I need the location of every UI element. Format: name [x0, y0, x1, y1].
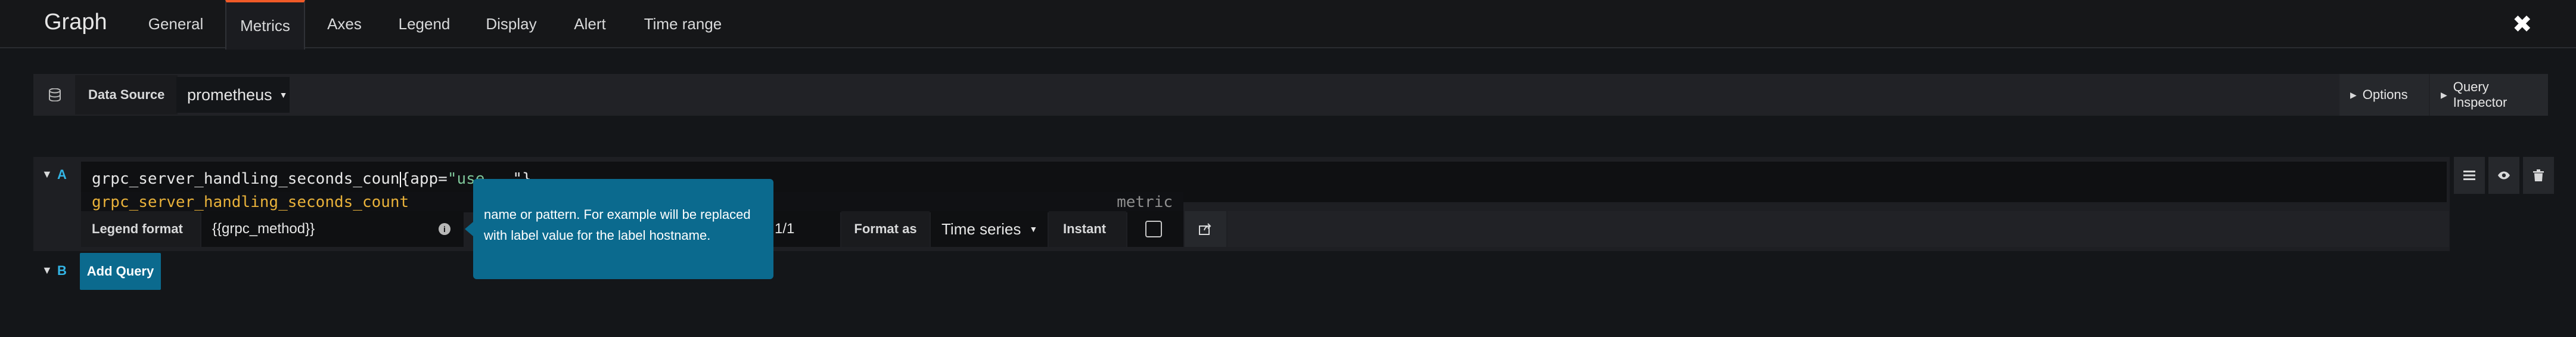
database-icon	[49, 88, 61, 102]
format-as-value: Time series	[941, 219, 1021, 238]
resolution-select[interactable]: 1/1	[770, 211, 840, 247]
panel-editor-header	[0, 0, 2576, 48]
query-letter-b[interactable]: B	[57, 263, 67, 279]
query-expr-prefix: grpc_server_handling_seconds_coun	[92, 170, 400, 188]
panel-title: Graph	[44, 10, 107, 35]
close-icon[interactable]: ✖	[2512, 11, 2533, 38]
tab-alert[interactable]: Alert	[566, 0, 614, 48]
tab-metrics[interactable]: Metrics	[225, 0, 305, 50]
query-options-row-fill	[1228, 211, 2449, 247]
share-query-button[interactable]	[1185, 211, 1226, 247]
caret-right-icon: ▶	[2350, 89, 2357, 100]
query-expr-code: {app=	[400, 170, 448, 188]
chevron-down-icon: ▼	[279, 90, 288, 100]
instant-checkbox[interactable]	[1145, 221, 1162, 237]
autocomplete-kind: metric	[1117, 193, 1173, 211]
tab-axes[interactable]: Axes	[316, 0, 373, 48]
remove-query-button[interactable]	[2523, 157, 2554, 194]
query-inspector-button[interactable]: ▶ Query Inspector	[2430, 74, 2548, 116]
tab-display[interactable]: Display	[480, 0, 542, 48]
query-letter-a[interactable]: A	[57, 167, 67, 183]
tab-legend[interactable]: Legend	[391, 0, 458, 48]
caret-right-icon: ▶	[2441, 89, 2447, 100]
datasource-select[interactable]: prometheus ▼	[176, 77, 290, 113]
datasource-selected-value: prometheus	[187, 85, 272, 104]
legend-format-label: Legend format	[81, 211, 200, 247]
chevron-down-icon: ▼	[1029, 224, 1038, 234]
query-inspector-label: Query Inspector	[2453, 79, 2507, 110]
tab-time-range[interactable]: Time range	[639, 0, 727, 48]
datasource-row	[33, 74, 2548, 116]
datasource-label: Data Source	[75, 75, 178, 115]
tab-general[interactable]: General	[136, 0, 216, 48]
format-as-select[interactable]: Time series ▼	[931, 211, 1048, 247]
collapse-caret-icon[interactable]: ▼	[42, 168, 52, 181]
tooltip-arrow	[465, 222, 473, 236]
toggle-visibility-button[interactable]	[2488, 157, 2519, 194]
info-icon[interactable]: i	[439, 223, 450, 235]
trash-icon	[2533, 169, 2544, 181]
share-icon	[1199, 223, 1211, 235]
hamburger-icon	[2463, 171, 2475, 180]
add-query-button[interactable]: Add Query	[80, 253, 161, 290]
query-menu-button[interactable]	[2454, 157, 2485, 194]
eye-icon	[2498, 171, 2510, 180]
collapse-caret-icon[interactable]: ▼	[42, 264, 52, 277]
options-button[interactable]: ▶ Options	[2339, 74, 2429, 116]
autocomplete-metric-name: grpc_server_handling_seconds_count	[92, 193, 409, 211]
instant-label: Instant	[1049, 211, 1126, 247]
options-label: Options	[2362, 87, 2408, 102]
legend-format-tooltip: name or pattern. For example will be rep…	[473, 179, 773, 279]
legend-format-input[interactable]: {{grpc_method}}	[201, 211, 464, 247]
format-as-label: Format as	[841, 211, 930, 247]
